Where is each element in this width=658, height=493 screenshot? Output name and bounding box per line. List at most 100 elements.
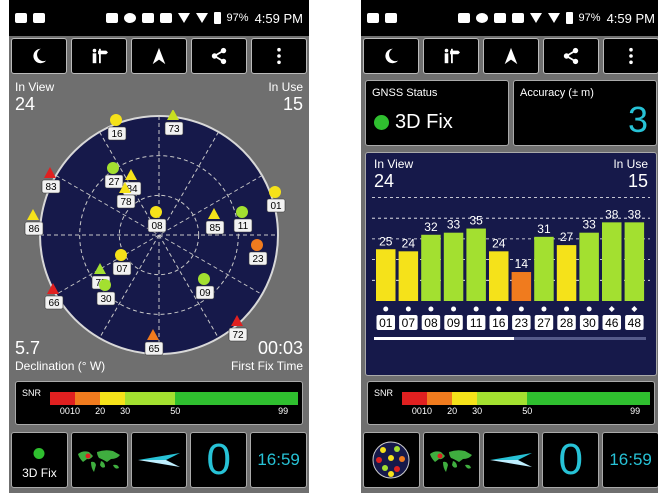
night-mode-button[interactable]: [11, 38, 67, 74]
satellite-83[interactable]: 83: [41, 167, 61, 194]
share-button[interactable]: [543, 38, 599, 74]
fix-status-card[interactable]: 3D Fix: [11, 432, 68, 488]
bar-value-label: 38: [605, 207, 619, 221]
satellite-id: 08: [151, 221, 163, 232]
bar-marker-dot: [496, 306, 502, 312]
share-icon: [211, 47, 227, 65]
compass-card[interactable]: [130, 432, 188, 488]
signal-bar-48: [624, 222, 645, 301]
bar-scroll-indicator[interactable]: [374, 337, 514, 340]
map-card[interactable]: [70, 432, 128, 488]
satellite-marker: [44, 167, 56, 178]
signal-bar-16: [489, 251, 509, 301]
battery-percent: 97%: [226, 12, 249, 24]
in-view-label: In View: [15, 80, 55, 94]
navigate-button[interactable]: [483, 38, 539, 74]
snr-tick-label: 20: [447, 406, 458, 416]
satellite-id: 16: [111, 129, 123, 140]
fix-indicator-dot: [33, 448, 45, 459]
snr-title: SNR: [374, 388, 394, 398]
snr-tick-label: 10: [422, 406, 433, 416]
accuracy-title: Accuracy (± m): [520, 87, 594, 99]
first-fix-value: 00:03: [257, 338, 303, 358]
snr-legend: SNR 00 10 20 30 50 99: [15, 381, 303, 425]
bar-marker-dot: [586, 306, 592, 312]
time-card[interactable]: 16:59: [250, 432, 307, 488]
snr-segment: [50, 392, 76, 405]
sky-plot[interactable]: 16732784788301088511862307753066097265: [23, 109, 295, 365]
wifi-icon: [177, 13, 190, 23]
satellite-id: 73: [168, 124, 180, 135]
bar-category-label: 46: [605, 316, 619, 330]
first-fix-label: First Fix Time: [231, 359, 303, 373]
speed-card[interactable]: 0: [190, 432, 248, 488]
sky-thumbnail-card[interactable]: [363, 432, 420, 488]
gnss-status-value: 3D Fix: [395, 111, 453, 133]
speed-card[interactable]: 0: [542, 432, 600, 488]
satellite-01[interactable]: 01: [266, 186, 286, 213]
declination-value: 5.7: [15, 338, 41, 358]
satellite-id: 23: [252, 254, 264, 265]
satellite-73[interactable]: 73: [164, 109, 184, 136]
in-use-label: In Use: [268, 80, 303, 94]
gnss-status-card[interactable]: GNSS Status 3D Fix: [365, 80, 509, 146]
snr-tick-label: 50: [522, 406, 533, 416]
toolbar: [9, 36, 309, 76]
compass-card[interactable]: [482, 432, 540, 488]
moon-icon: [33, 48, 47, 64]
accuracy-value: 3: [627, 99, 648, 140]
snr-segment: [402, 392, 428, 405]
time-value: 16:59: [609, 450, 652, 469]
message-icon: [15, 13, 27, 23]
speed-value: 0: [206, 435, 232, 484]
bottom-cards: 0 16:59: [363, 432, 658, 488]
snr-color-scale: [50, 392, 298, 405]
satellite-marker: [115, 249, 127, 261]
map-card[interactable]: [422, 432, 480, 488]
snr-tick-label: 00: [59, 406, 70, 416]
signal-bar-09: [443, 232, 464, 301]
bluetooth-icon: [493, 13, 506, 23]
clock: 4:59 PM: [254, 10, 303, 26]
overflow-menu-button[interactable]: [251, 38, 307, 74]
snr-segment: [477, 392, 528, 405]
satellite-16[interactable]: 16: [107, 114, 127, 141]
cell-signal-icon: [195, 13, 208, 23]
toolbar: [361, 36, 658, 76]
location-icon: [475, 13, 488, 23]
bar-marker-dot: [518, 306, 524, 312]
snr-tick-label: 10: [70, 406, 81, 416]
bar-value-label: 33: [447, 218, 461, 232]
speed-value: 0: [558, 435, 584, 484]
overflow-menu-icon: [277, 47, 281, 65]
satellite-marker: [269, 186, 281, 198]
signal-bars-panel[interactable]: In View 24 In Use 15 25 01 24 07 32 08 33 09 35 1…: [365, 152, 657, 376]
signpost-icon: [444, 48, 460, 64]
satellite-id: 83: [45, 182, 57, 193]
snr-tick-label: 99: [630, 406, 641, 416]
declination-label: Declination (° W): [15, 359, 106, 373]
satellite-id: 65: [148, 344, 160, 355]
navigate-button[interactable]: [131, 38, 187, 74]
accuracy-card[interactable]: Accuracy (± m) 3: [513, 80, 657, 146]
overflow-menu-button[interactable]: [603, 38, 658, 74]
navigation-arrow-icon: [504, 47, 518, 65]
satellite-id: 66: [48, 298, 60, 309]
signal-bar-28: [556, 245, 577, 301]
world-map-icon: [430, 450, 473, 472]
satellite-id: 27: [108, 177, 120, 188]
bar-marker-diamond: [631, 306, 638, 312]
bar-value-label: 24: [402, 236, 416, 250]
bar-value-label: 25: [379, 234, 393, 248]
share-button[interactable]: [191, 38, 247, 74]
sky-view-button[interactable]: [423, 38, 479, 74]
snr-tick-label: 30: [472, 406, 483, 416]
night-mode-button[interactable]: [363, 38, 419, 74]
time-card[interactable]: 16:59: [602, 432, 658, 488]
sky-view-button[interactable]: [71, 38, 127, 74]
vibration-icon: [159, 13, 172, 23]
satellite-id: 11: [238, 221, 249, 232]
satellite-86[interactable]: 86: [24, 209, 44, 236]
satellite-marker: [99, 279, 111, 291]
bar-value-label: 24: [492, 236, 506, 250]
